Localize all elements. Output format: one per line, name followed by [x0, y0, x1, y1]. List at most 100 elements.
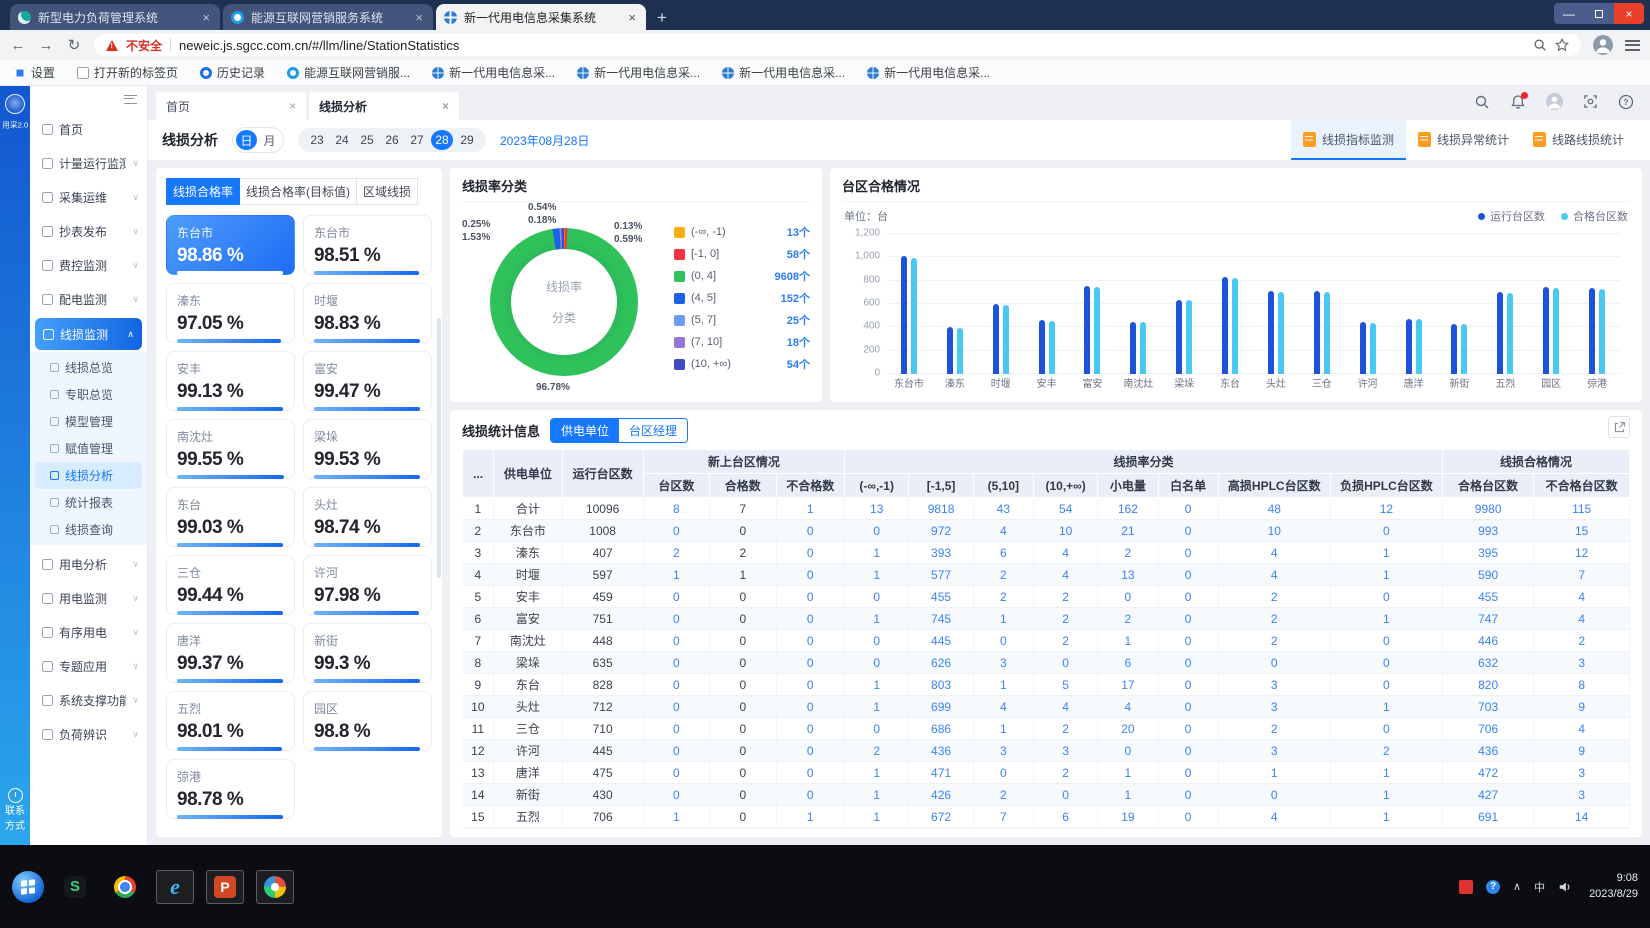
pass-rate-card[interactable]: 安丰99.13 %	[166, 351, 295, 411]
bookmark-item[interactable]: 设置	[14, 64, 55, 81]
pass-rate-card[interactable]: 新街99.3 %	[303, 623, 432, 683]
bookmark-item[interactable]: 能源互联网营销服...	[287, 64, 410, 81]
bar-group[interactable]: 头灶	[1253, 234, 1299, 374]
tray-ime-icon[interactable]: 中	[1534, 879, 1545, 895]
pass-rate-card[interactable]: 富安99.47 %	[303, 351, 432, 411]
bookmark-item[interactable]: 打开新的标签页	[77, 64, 178, 81]
pass-rate-card[interactable]: 南沈灶99.55 %	[166, 419, 295, 479]
browser-tab[interactable]: 能源互联网营销服务系统×	[223, 4, 433, 30]
bar-group[interactable]: 唐洋	[1391, 234, 1437, 374]
search-icon[interactable]	[1474, 94, 1490, 110]
sidebar-subitem[interactable]: 统计报表	[30, 489, 147, 516]
bar-group[interactable]: 园区	[1528, 234, 1574, 374]
pass-rate-card[interactable]: 五烈98.01 %	[166, 691, 295, 751]
mode-day-button[interactable]: 日	[236, 130, 257, 150]
pass-rate-card[interactable]: 东台市98.51 %	[303, 215, 432, 275]
tray-app-icon[interactable]	[1459, 880, 1473, 894]
pie-legend-row[interactable]: (10, +∞)54个	[674, 356, 810, 372]
table-row[interactable]: 13唐洋47500014710210114723	[463, 762, 1630, 784]
pass-rate-tab[interactable]: 区域线损	[357, 178, 418, 205]
pie-legend-row[interactable]: (7, 10]18个	[674, 334, 810, 350]
report-tab-button[interactable]: 线损指标监测	[1291, 120, 1406, 160]
page-tab[interactable]: 首页×	[156, 92, 306, 120]
bar-group[interactable]: 东台	[1207, 234, 1253, 374]
sidebar-item[interactable]: 配电监测∨	[30, 282, 147, 316]
bookmark-item[interactable]: 新一代用电信息采...	[867, 64, 990, 81]
taskbar-paint-icon[interactable]	[256, 870, 294, 904]
pie-legend-row[interactable]: (-∞, -1)13个	[674, 224, 810, 240]
zoom-icon[interactable]	[1533, 38, 1547, 52]
browser-tab[interactable]: 新一代用电信息采集系统×	[436, 4, 646, 30]
pass-rate-card[interactable]: 弶港98.78 %	[166, 759, 295, 819]
help-icon[interactable]: ?	[1618, 94, 1634, 110]
table-row[interactable]: 10头灶71200016994440317039	[463, 696, 1630, 718]
tab-close-icon[interactable]: ×	[626, 10, 638, 25]
bar-group[interactable]: 南沈灶	[1115, 234, 1161, 374]
tray-help-icon[interactable]: ?	[1486, 880, 1500, 894]
tray-expand-icon[interactable]: ∧	[1513, 880, 1521, 893]
bar-group[interactable]: 五烈	[1482, 234, 1528, 374]
sidebar-item[interactable]: 计量运行监测∨	[30, 146, 147, 180]
bookmark-item[interactable]: 历史记录	[200, 64, 265, 81]
browser-profile-avatar[interactable]	[1593, 35, 1613, 55]
pie-legend-row[interactable]: (0, 4]9608个	[674, 268, 810, 284]
pie-legend-row[interactable]: (4, 5]152个	[674, 290, 810, 306]
sidebar-item[interactable]: 系统支撑功能∨	[30, 683, 147, 717]
bar-group[interactable]: 梁垛	[1161, 234, 1207, 374]
day-option[interactable]: 27	[406, 130, 428, 150]
pass-rate-card[interactable]: 唐洋99.37 %	[166, 623, 295, 683]
export-icon[interactable]	[1608, 416, 1630, 438]
tab-close-icon[interactable]: ×	[413, 10, 425, 25]
forward-icon[interactable]: →	[38, 37, 54, 54]
url-bar[interactable]: ! 不安全 neweic.js.sgcc.com.cn/#/llm/line/S…	[94, 34, 1581, 56]
sidebar-collapse-icon[interactable]	[124, 95, 137, 104]
bar-group[interactable]: 新街	[1437, 234, 1483, 374]
sidebar-subitem[interactable]: 线损查询	[30, 516, 147, 543]
bar-legend-item[interactable]: 运行台区数	[1478, 208, 1545, 224]
table-row[interactable]: 15五烈7061011672761904169114	[463, 806, 1630, 828]
sidebar-subitem[interactable]: 赋值管理	[30, 435, 147, 462]
sidebar-subitem[interactable]: 线损分析	[35, 462, 142, 489]
day-option[interactable]: 23	[306, 130, 328, 150]
table-row[interactable]: 2东台市1008000097241021010099315	[463, 520, 1630, 542]
sidebar-item[interactable]: 抄表发布∨	[30, 214, 147, 248]
sidebar-item[interactable]: 采集运维∨	[30, 180, 147, 214]
browser-menu-icon[interactable]	[1625, 40, 1640, 51]
sidebar-subitem[interactable]: 线损总览	[30, 354, 147, 381]
tray-volume-icon[interactable]	[1558, 880, 1572, 894]
bar-group[interactable]: 溱东	[932, 234, 978, 374]
bar-group[interactable]: 富安	[1070, 234, 1116, 374]
day-option[interactable]: 25	[356, 130, 378, 150]
day-option[interactable]: 29	[456, 130, 478, 150]
sidebar-subitem[interactable]: 模型管理	[30, 408, 147, 435]
taskbar-ie-icon[interactable]: e	[156, 870, 194, 904]
pass-rate-card[interactable]: 三仓99.44 %	[166, 555, 295, 615]
bar-group[interactable]: 许河	[1345, 234, 1391, 374]
table-row[interactable]: 14新街43000014262010014273	[463, 784, 1630, 806]
sidebar-item[interactable]: 专题应用∨	[30, 649, 147, 683]
tab-close-icon[interactable]: ×	[200, 10, 212, 25]
bar-group[interactable]: 东台市	[886, 234, 932, 374]
bar-legend-item[interactable]: 合格台区数	[1561, 208, 1628, 224]
bar-group[interactable]: 安丰	[1024, 234, 1070, 374]
sidebar-item[interactable]: 负荷辨识∨	[30, 717, 147, 751]
back-icon[interactable]: ←	[10, 37, 26, 54]
report-tab-button[interactable]: 线路线损统计	[1521, 120, 1636, 160]
page-tab[interactable]: 线损分析×	[309, 92, 459, 120]
new-tab-button[interactable]: +	[649, 6, 675, 30]
pie-legend-row[interactable]: [-1, 0]58个	[674, 246, 810, 262]
sidebar-item[interactable]: 线损监测∧	[35, 318, 142, 350]
bookmark-star-icon[interactable]	[1555, 38, 1569, 52]
fullscreen-icon[interactable]	[1583, 94, 1598, 109]
table-row[interactable]: 1合计100968711398184354162048129980115	[463, 498, 1630, 520]
table-row[interactable]: 4时堰597110157724130415907	[463, 564, 1630, 586]
table-row[interactable]: 11三仓710000068612200207064	[463, 718, 1630, 740]
table-row[interactable]: 6富安75100017451220217474	[463, 608, 1630, 630]
table-row[interactable]: 3溱东407220139364204139512	[463, 542, 1630, 564]
bookmark-item[interactable]: 新一代用电信息采...	[577, 64, 700, 81]
window-close-button[interactable]: ×	[1614, 3, 1644, 24]
page-tab-close-icon[interactable]: ×	[289, 99, 296, 113]
pass-rate-tab[interactable]: 线损合格率(目标值)	[240, 178, 357, 205]
page-tab-close-icon[interactable]: ×	[442, 99, 449, 113]
notification-bell-icon[interactable]	[1510, 94, 1526, 110]
